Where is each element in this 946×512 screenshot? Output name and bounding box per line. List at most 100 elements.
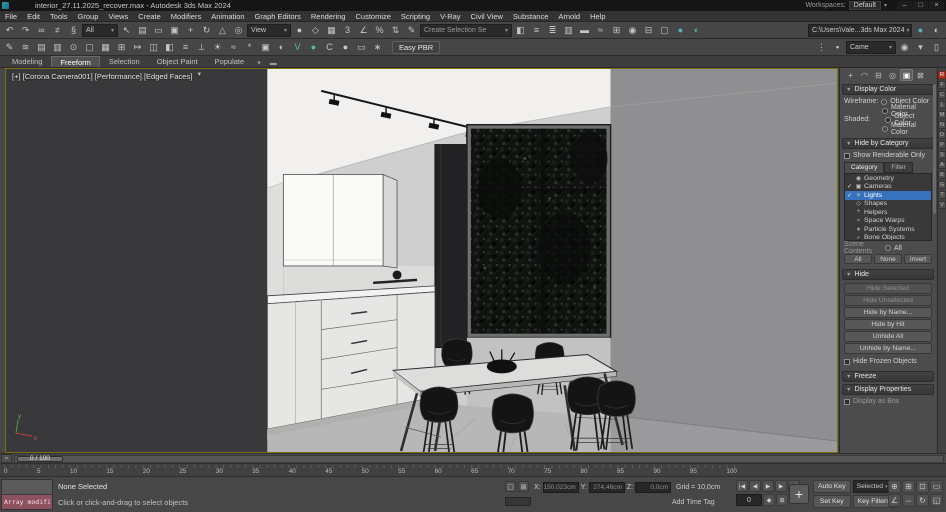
normal-align-icon[interactable]: ⊥ bbox=[194, 40, 209, 55]
vray-proxy-icon[interactable]: P bbox=[938, 141, 946, 149]
render-production-icon[interactable]: ● bbox=[673, 23, 688, 38]
render-setup-icon[interactable]: ⊟ bbox=[641, 23, 656, 38]
menu-modifiers[interactable]: Modifiers bbox=[166, 12, 206, 21]
mirror-icon[interactable]: ◧ bbox=[513, 23, 528, 38]
category-geometry[interactable]: ✓ ◉ Geometry bbox=[845, 174, 931, 183]
scene-explorer-2-icon[interactable]: ▥ bbox=[50, 40, 65, 55]
category-shapes[interactable]: ✓ ◇ Shapes bbox=[845, 200, 931, 209]
add-time-tag[interactable]: Add Time Tag bbox=[672, 499, 715, 506]
select-and-manipulate-icon[interactable]: ◇ bbox=[308, 23, 323, 38]
zoom-region-icon[interactable]: ▭ bbox=[930, 480, 943, 493]
snapshot-icon[interactable]: ◫ bbox=[146, 40, 161, 55]
ribbon-tab-object-paint[interactable]: Object Paint bbox=[149, 56, 206, 67]
close-button[interactable]: × bbox=[929, 1, 944, 10]
category-helpers[interactable]: ✓ + Helpers bbox=[845, 208, 931, 217]
unhide-all-button[interactable]: Unhide All bbox=[844, 331, 932, 342]
select-and-move-icon[interactable]: + bbox=[183, 23, 198, 38]
viewport-label[interactable]: [+] [Corona Camera001] [Performance] [Ed… bbox=[12, 72, 202, 81]
curve-editor-icon[interactable]: ≈ bbox=[593, 23, 608, 38]
snaps-toggle-icon[interactable]: 3 bbox=[340, 23, 355, 38]
select-and-link-icon[interactable]: ∞ bbox=[34, 23, 49, 38]
window-crossing-icon[interactable]: ▣ bbox=[167, 23, 182, 38]
camera-dropdown[interactable]: Came ▾ bbox=[846, 40, 896, 54]
corona-settings-icon[interactable]: ● bbox=[338, 40, 353, 55]
ribbon-tab-modeling[interactable]: Modeling bbox=[4, 56, 50, 67]
modify-tab[interactable]: ◠ bbox=[858, 69, 871, 81]
menu-civil-view[interactable]: Civil View bbox=[466, 12, 508, 21]
ribbon-tab-freeform[interactable]: Freeform bbox=[51, 56, 100, 67]
menu-file[interactable]: File bbox=[0, 12, 22, 21]
menu-substance[interactable]: Substance bbox=[508, 12, 553, 21]
edit-named-selection-sets-icon[interactable]: ✎ bbox=[404, 23, 419, 38]
selection-filter-dropdown[interactable]: All ▾ bbox=[82, 23, 118, 37]
pan-icon[interactable]: ⇔ bbox=[902, 494, 915, 507]
utilities-tab[interactable]: ⊠ bbox=[914, 69, 927, 81]
go-to-start-button[interactable]: |◀ bbox=[736, 480, 748, 492]
camera-lock-icon[interactable]: ◉ bbox=[897, 40, 912, 55]
ribbon-caret-icon[interactable]: ▾ bbox=[253, 59, 265, 67]
time-configuration-button[interactable]: ⊞ bbox=[776, 494, 788, 506]
create-tab[interactable]: + bbox=[844, 69, 857, 81]
category-all-button[interactable]: All bbox=[844, 254, 872, 264]
schematic-view-icon[interactable]: ⊞ bbox=[609, 23, 624, 38]
field-of-view-icon[interactable]: ∠ bbox=[888, 494, 901, 507]
workspace-selector[interactable]: Workspaces: Default ▾ bbox=[805, 1, 887, 10]
vray-toolbar-v-icon[interactable]: V bbox=[938, 201, 946, 209]
selection-lock-toggle-icon[interactable]: ⊠ bbox=[518, 481, 529, 492]
hide-unselected-button[interactable]: Hide Unselected bbox=[844, 295, 932, 306]
display-floater-icon[interactable]: ▢ bbox=[82, 40, 97, 55]
menu-views[interactable]: Views bbox=[103, 12, 133, 21]
vray-toolbar-b-icon[interactable]: B bbox=[938, 171, 946, 179]
previous-frame-button[interactable]: ◀ bbox=[749, 480, 761, 492]
vray-vfb-icon[interactable]: F bbox=[938, 81, 946, 89]
hide-header[interactable]: ▼ Hide bbox=[842, 269, 934, 280]
zoom-icon[interactable]: ⊕ bbox=[888, 480, 901, 493]
scene-all-radio[interactable] bbox=[885, 245, 891, 251]
minimize-button[interactable]: – bbox=[897, 1, 912, 10]
vray-toolbar-g-icon[interactable]: G bbox=[938, 181, 946, 189]
bind-to-space-warp-icon[interactable]: § bbox=[66, 23, 81, 38]
ribbon-tab-populate[interactable]: Populate bbox=[207, 56, 253, 67]
menu-arnold[interactable]: Arnold bbox=[553, 12, 585, 21]
corona-frame-buffer-icon[interactable]: C bbox=[322, 40, 337, 55]
viewport[interactable]: [+] [Corona Camera001] [Performance] [Ed… bbox=[5, 68, 838, 453]
gpu-render-icon[interactable]: ◐ bbox=[929, 23, 944, 38]
viewport-label-text[interactable]: [+] [Corona Camera001] [Performance] [Ed… bbox=[12, 72, 192, 81]
wireframe-material-color-radio[interactable] bbox=[882, 107, 888, 114]
display-properties-header[interactable]: ▼ Display Properties bbox=[842, 384, 934, 395]
menu-group[interactable]: Group bbox=[73, 12, 104, 21]
menu-help[interactable]: Help bbox=[585, 12, 610, 21]
place-highlight-icon[interactable]: ☀ bbox=[210, 40, 225, 55]
menu-graph-editors[interactable]: Graph Editors bbox=[250, 12, 306, 21]
category-invert-button[interactable]: Invert bbox=[904, 254, 932, 264]
layer-manager-icon[interactable]: ▤ bbox=[34, 40, 49, 55]
key-mode-toggle-button[interactable]: ◆ bbox=[763, 494, 775, 506]
spacing-tool-icon[interactable]: ↦ bbox=[130, 40, 145, 55]
percent-snap-icon[interactable]: % bbox=[372, 23, 387, 38]
undo-icon[interactable]: ↶ bbox=[2, 23, 17, 38]
array-tool-icon[interactable]: ⊞ bbox=[114, 40, 129, 55]
zoom-all-icon[interactable]: ⊞ bbox=[902, 480, 915, 493]
category-lights[interactable]: ✓ ☀ Lights bbox=[845, 191, 931, 200]
menu-edit[interactable]: Edit bbox=[22, 12, 45, 21]
toggle-layer-explorer-icon[interactable]: ▥ bbox=[561, 23, 576, 38]
effects-dialog-icon[interactable]: * bbox=[242, 40, 257, 55]
unhide-by-name-button[interactable]: Unhide by Name... bbox=[844, 343, 932, 354]
toolbar-grip-icon[interactable]: ⋮ bbox=[814, 40, 829, 55]
target-weld-icon[interactable]: ▪ bbox=[830, 40, 845, 55]
hierarchy-tab[interactable]: ⊟ bbox=[872, 69, 885, 81]
redo-icon[interactable]: ↷ bbox=[18, 23, 33, 38]
isolate-selection-icon[interactable]: ⊙ bbox=[66, 40, 81, 55]
vray-material-icon[interactable]: M bbox=[938, 111, 946, 119]
show-renderable-only-checkbox[interactable] bbox=[844, 152, 850, 159]
category-tab-category[interactable]: Category bbox=[844, 162, 885, 173]
named-selection-set-combo[interactable]: Create Selection Se ▾ bbox=[420, 23, 512, 37]
spinner-snap-icon[interactable]: ⇅ bbox=[388, 23, 403, 38]
vray-toolbar-t-icon[interactable]: T bbox=[938, 191, 946, 199]
command-panel-scrollbar[interactable] bbox=[933, 84, 936, 214]
viewport-layout-icon[interactable]: ▯ bbox=[929, 40, 944, 55]
display-tab[interactable]: ▣ bbox=[900, 69, 913, 81]
vray-sphere-icon[interactable]: S bbox=[938, 151, 946, 159]
category-bone-objects[interactable]: ✓ ⌐ Bone Objects bbox=[845, 234, 931, 240]
toggle-scene-explorer-icon[interactable]: ≣ bbox=[545, 23, 560, 38]
